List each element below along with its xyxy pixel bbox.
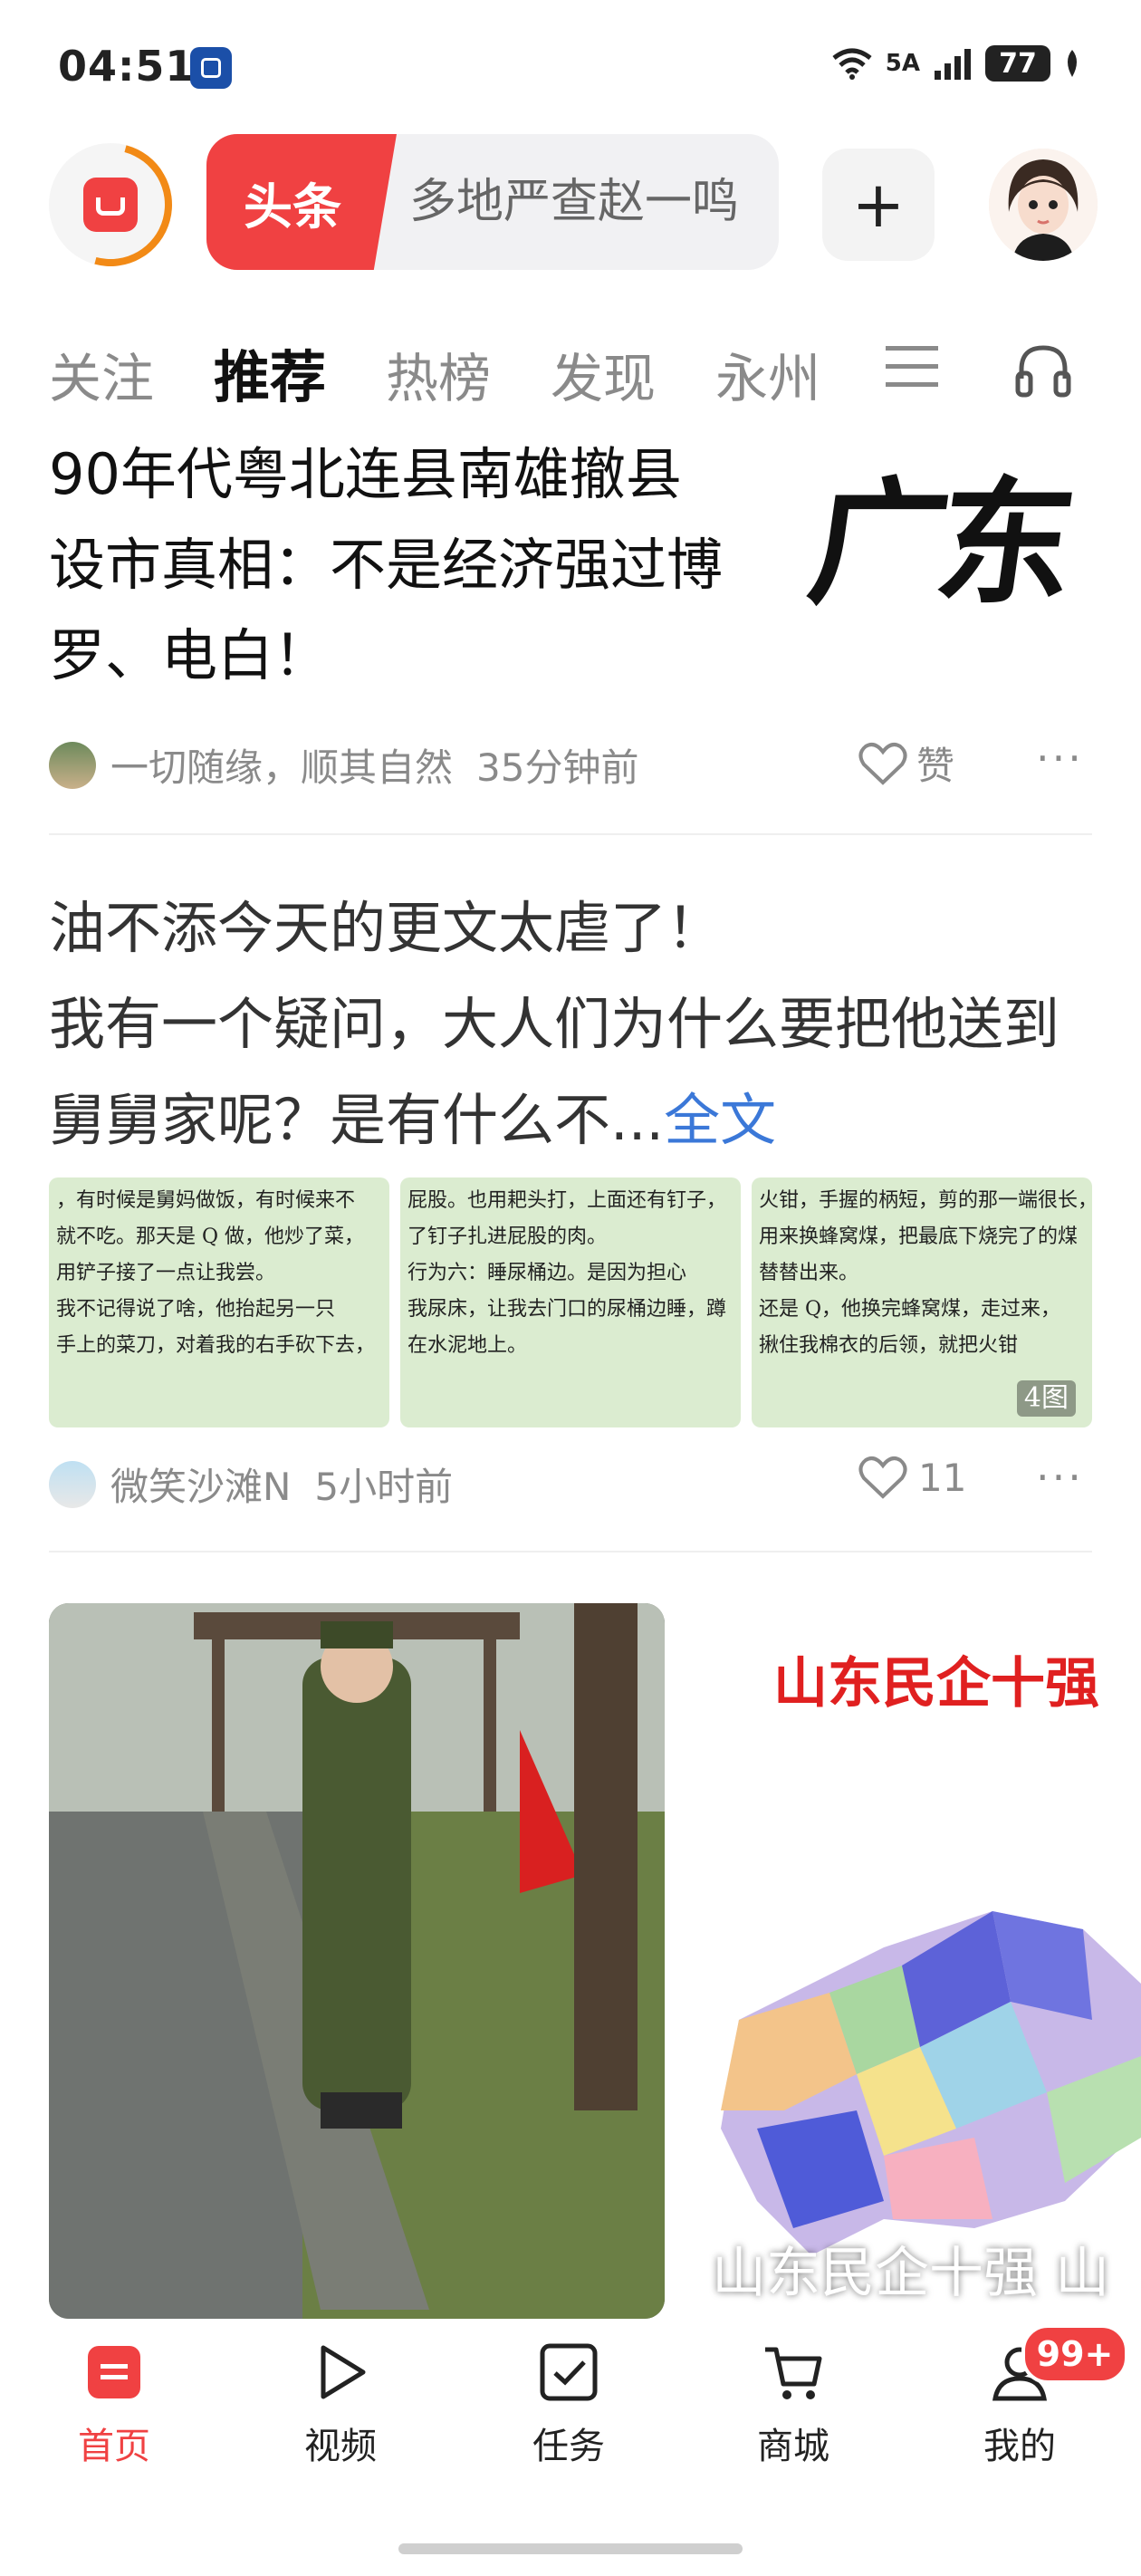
red-packet-icon — [83, 178, 138, 232]
cart-icon — [765, 2347, 822, 2399]
video-card[interactable] — [49, 1603, 665, 2319]
notification-app-icon — [190, 47, 232, 89]
video-thumbnail — [49, 1603, 665, 2319]
article-image-grid[interactable]: ，有时候是舅妈做饭，有时候来不 就不吃。那天是 Q 做，他炒了菜， 用铲子接了一… — [49, 1177, 1092, 1427]
task-icon — [540, 2343, 598, 2401]
thumbnail-calligraphy: 广东 — [800, 464, 1077, 623]
tab-local[interactable]: 永州 — [715, 336, 820, 412]
channel-tabs: 关注 推荐 热榜 发现 永州 — [49, 332, 880, 413]
like-button[interactable]: 赞 — [858, 735, 954, 791]
heart-icon — [858, 742, 907, 785]
article-image-1[interactable]: ，有时候是舅妈做饭，有时候来不 就不吃。那天是 Q 做，他炒了菜， 用铲子接了一… — [49, 1177, 389, 1427]
gesture-bar[interactable] — [398, 2543, 743, 2554]
tab-hot[interactable]: 热榜 — [386, 336, 491, 412]
province-map — [721, 1911, 1141, 2255]
author-avatar[interactable] — [49, 1460, 96, 1508]
publish-button[interactable]: + — [822, 149, 935, 261]
author-name[interactable]: 微笑沙滩N — [110, 1456, 291, 1512]
image-count-badge: 4图 — [1016, 1380, 1076, 1417]
author-name[interactable]: 一切随缘，顺其自然 — [110, 737, 453, 793]
heart-icon — [858, 1456, 907, 1499]
search-hint: 多地严查赵一鸣 — [409, 175, 740, 229]
search-brand-tag: 头条 — [206, 134, 397, 270]
leaf-icon — [1068, 50, 1077, 77]
nav-profile-label: 我的 — [983, 2426, 1056, 2467]
article-image-2[interactable]: 屁股。也用耙头打，上面还有钉子， 了钉子扎进屁股的肉。 行为六：睡尿桶边。是因为… — [400, 1177, 741, 1427]
nav-home-label: 首页 — [78, 2426, 150, 2467]
home-icon — [88, 2346, 140, 2398]
like-button[interactable]: 11 — [858, 1455, 966, 1500]
publish-time: 35分钟前 — [476, 745, 639, 790]
like-count: 11 — [918, 1455, 967, 1500]
image-card[interactable]: 山东民企十强 山东民企十强 山 — [676, 1603, 1141, 2319]
user-avatar[interactable] — [989, 149, 1098, 261]
publish-time: 5小时前 — [314, 1465, 454, 1509]
headset-icon[interactable] — [1014, 342, 1072, 399]
tab-discover[interactable]: 发现 — [551, 336, 656, 412]
article-title-rest: 我有一个疑问，大人们为什么要把他送到舅舅家呢？是有什么不...全文 — [49, 991, 1060, 1153]
card-caption: 山东民企十强 山 — [712, 2242, 1110, 2305]
article-card-1[interactable]: 90年代粤北连县南雄撤县设市真相：不是经济强过博罗、电白！ 广东 — [0, 408, 1141, 697]
more-options-button[interactable]: ··· — [1036, 1453, 1084, 1502]
status-time: 04:51 — [58, 42, 196, 91]
article-card-2-title[interactable]: 油不添今天的更文太虐了！ 我有一个疑问，大人们为什么要把他送到舅舅家呢？是有什么… — [49, 880, 1099, 1168]
notification-badge: 99+ — [1021, 2324, 1128, 2384]
tab-follow[interactable]: 关注 — [49, 336, 154, 412]
nav-video-label: 视频 — [304, 2426, 377, 2467]
article-meta-1: 一切随缘，顺其自然 35分钟前 — [49, 737, 638, 793]
wifi-icon — [832, 48, 872, 80]
card-title: 山东民企十强 — [773, 1652, 1099, 1716]
nav-tasks-label: 任务 — [532, 2426, 605, 2467]
read-full-link[interactable]: 全文 — [664, 1087, 776, 1153]
article-title: 90年代粤北连县南雄撤县设市真相：不是经济强过博罗、电白！ — [49, 441, 724, 688]
battery-indicator: 77 — [985, 45, 1050, 82]
article-title-line1: 油不添今天的更文太虐了！ — [49, 895, 724, 961]
nav-mall[interactable]: 商城 — [721, 2341, 866, 2469]
tab-recommend[interactable]: 推荐 — [214, 332, 326, 413]
app-logo-button[interactable] — [26, 120, 195, 289]
article-meta-2: 微笑沙滩N 5小时前 — [49, 1456, 453, 1512]
nav-home[interactable]: 首页 — [42, 2341, 187, 2469]
like-label: 赞 — [916, 744, 955, 788]
divider — [49, 833, 1092, 835]
search-bar[interactable]: 头条 多地严查赵一鸣 — [206, 134, 779, 270]
nav-tasks[interactable]: 任务 — [496, 2341, 641, 2469]
network-label: 5A — [885, 50, 920, 77]
channel-menu-icon[interactable] — [886, 344, 938, 389]
divider — [49, 1551, 1092, 1552]
article-thumbnail: 广东 — [801, 453, 1101, 634]
nav-mall-label: 商城 — [757, 2426, 829, 2467]
status-icons: 5A 77 — [831, 45, 1081, 82]
more-options-button[interactable]: ··· — [1036, 734, 1084, 783]
article-image-3[interactable]: 火钳，手握的柄短，剪的那一端很长， 用来换蜂窝煤，把最底下烧完了的煤 替替出来。… — [752, 1177, 1092, 1427]
nav-video[interactable]: 视频 — [268, 2341, 413, 2469]
signal-icon — [935, 49, 971, 80]
avatar-icon — [989, 149, 1098, 261]
author-avatar[interactable] — [49, 741, 96, 789]
play-icon — [321, 2345, 366, 2399]
